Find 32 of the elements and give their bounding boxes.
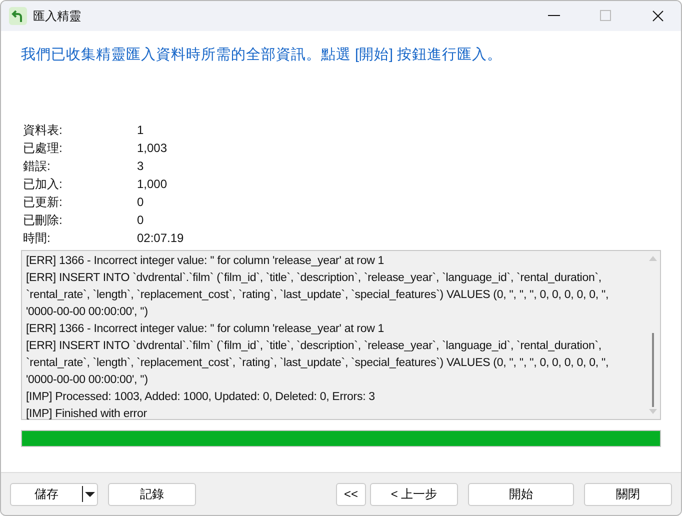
- stat-value: 3: [137, 158, 145, 174]
- stat-value: 1: [137, 122, 145, 138]
- log-line: [ERR] 1366 - Incorrect integer value: '' for column 'release_year' at row 1: [26, 254, 386, 269]
- stat-value: 1,003: [137, 140, 168, 156]
- stat-label: 已加入:: [23, 176, 64, 192]
- caret-icon[interactable]: [83, 489, 97, 499]
- stat-label: 已更新:: [23, 194, 64, 210]
- stat-value: 1,000: [137, 176, 168, 192]
- instruction-text: 我們已收集精靈匯入資料時所需的全部資訊。點選 [開始] 按鈕進行匯入。: [21, 46, 504, 64]
- log-line: [ERR] 1366 - Incorrect integer value: '' for column 'release_year' at row 1: [26, 322, 386, 337]
- scrollbar-thumb[interactable]: [652, 333, 654, 407]
- wizard-button[interactable]: <<: [336, 482, 366, 506]
- wizard-button[interactable]: < 上一步: [370, 482, 458, 506]
- scroll-down-icon[interactable]: [649, 409, 657, 415]
- wizard-button[interactable]: 記錄: [108, 482, 196, 506]
- log-line: [IMP] Finished with error: [26, 407, 148, 422]
- stat-value: 0: [137, 212, 145, 228]
- wizard-button[interactable]: 開始: [468, 482, 574, 506]
- wizard-button[interactable]: 關閉: [584, 482, 672, 506]
- stat-label: 錯誤:: [23, 158, 52, 174]
- stat-label: 時間:: [23, 230, 52, 246]
- scroll-up-icon[interactable]: [649, 255, 657, 261]
- window-title: 匯入精靈: [33, 8, 82, 24]
- save-split-button[interactable]: 儲存: [10, 482, 98, 506]
- stat-value: 0: [137, 194, 145, 210]
- log-line: [IMP] Processed: 1003, Added: 1000, Updated: 0, Deleted: 0, Errors: 3: [26, 390, 376, 405]
- stat-value: 02:07.19: [137, 230, 185, 246]
- stat-label: 已處理:: [23, 140, 64, 156]
- stat-label: 已刪除:: [23, 212, 64, 228]
- log-line: [ERR] INSERT INTO `dvdrental`.`film` (`film_id`, `title`, `description`, `release_year`, `language_id`, `rental_duration`, `rental_rate`, `length`, `replacement_cost`, `rating`, `last_update`, `special_features`) VALUES (0, '', '', '', 0, 0, 0, 0, 0, '', '0000-00-00 00:00:00', ''): [26, 339, 610, 388]
- stat-label: 資料表:: [23, 122, 64, 138]
- log-line: [ERR] INSERT INTO `dvdrental`.`film` (`film_id`, `title`, `description`, `release_year`, `language_id`, `rental_duration`, `rental_rate`, `length`, `replacement_cost`, `rating`, `last_update`, `special_features`) VALUES (0, '', '', '', 0, 0, 0, 0, 0, '', '0000-00-00 00:00:00', ''): [26, 271, 610, 320]
